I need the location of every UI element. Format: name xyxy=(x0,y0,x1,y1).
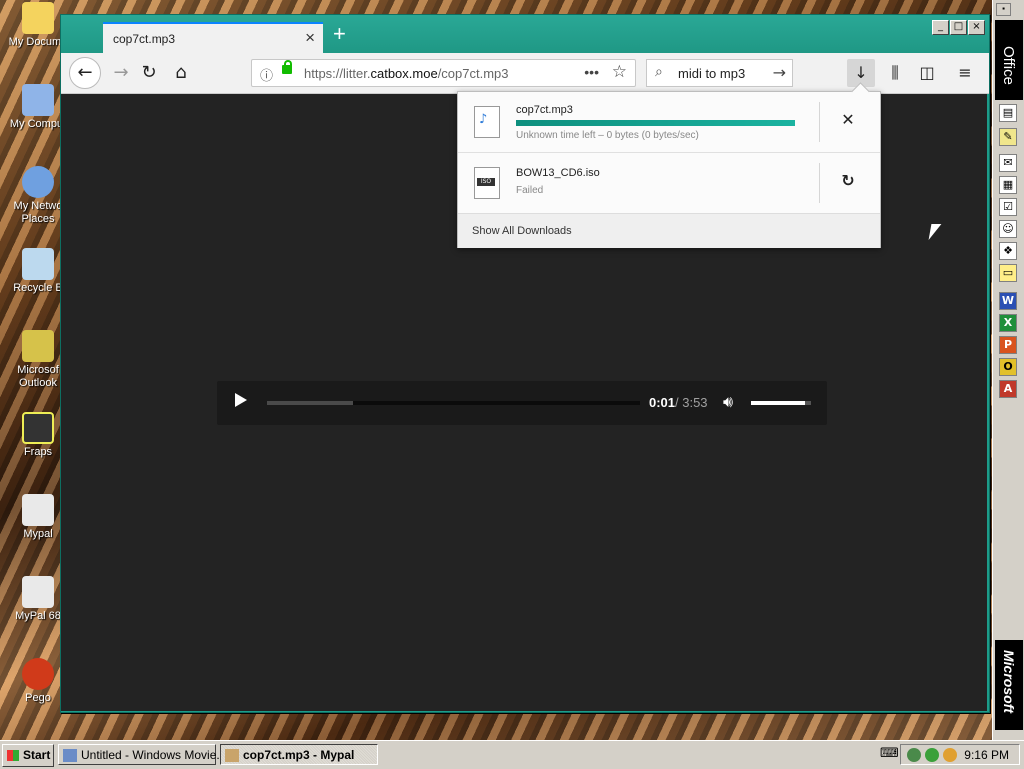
office-document-icon[interactable]: ▤ xyxy=(999,104,1017,122)
mail-icon[interactable]: ✉ xyxy=(999,154,1017,172)
computer-icon xyxy=(22,84,54,116)
office-note-icon[interactable]: ✎ xyxy=(999,128,1017,146)
minimize-button[interactable]: _ xyxy=(932,20,949,35)
search-bar[interactable]: ⌕ midi to mp3 → xyxy=(646,59,793,87)
download-status: Unknown time left – 0 bytes (0 bytes/sec… xyxy=(516,130,699,141)
downloads-panel: ♪ cop7ct.mp3 Unknown time left – 0 bytes… xyxy=(457,91,881,248)
tray-app-icon[interactable] xyxy=(907,748,921,762)
tray-search-icon[interactable] xyxy=(943,748,957,762)
powerpoint-icon[interactable]: P xyxy=(999,336,1017,354)
download-name: BOW13_CD6.iso xyxy=(516,167,600,179)
contact-icon[interactable]: ☺ xyxy=(999,220,1017,238)
recycle-bin-icon xyxy=(22,248,54,280)
search-icon: ⌕ xyxy=(655,64,663,80)
fraps-icon xyxy=(22,412,54,444)
seek-bar[interactable] xyxy=(267,401,640,405)
info-icon[interactable]: ⓘ xyxy=(260,65,273,84)
maximize-button[interactable]: □ xyxy=(950,20,967,35)
mypal-icon xyxy=(22,576,54,608)
retry-download-icon[interactable]: ↻ xyxy=(838,171,858,191)
office-title: Office xyxy=(995,20,1023,100)
audio-file-icon: ♪ xyxy=(474,106,500,138)
menu-button[interactable]: ≡ xyxy=(951,59,979,87)
tray-network-icon[interactable] xyxy=(925,748,939,762)
movie-maker-icon xyxy=(63,749,77,762)
volume-slider[interactable] xyxy=(751,401,811,405)
search-go-icon[interactable]: → xyxy=(773,63,786,82)
browser-window: cop7ct.mp3 × + _ □ × ← → ↻ ⌂ ⓘ https://l… xyxy=(60,14,990,713)
play-icon[interactable] xyxy=(235,393,247,407)
search-query: midi to mp3 xyxy=(678,66,746,81)
mypal-icon xyxy=(22,494,54,526)
forward-button[interactable]: → xyxy=(107,59,135,87)
windows-logo-icon xyxy=(7,750,19,761)
office-shortcut-bar: ▪ Office ▤ ✎ ✉ ▦ ☑ ☺ ❖ ▭ W X P O A Micro… xyxy=(992,0,1024,740)
system-tray: 9:16 PM xyxy=(900,744,1020,765)
tab-active[interactable]: cop7ct.mp3 × xyxy=(103,22,323,53)
start-button[interactable]: Start xyxy=(2,744,54,767)
outlook-icon xyxy=(22,330,54,362)
access-icon[interactable]: A xyxy=(999,380,1017,398)
reload-button[interactable]: ↻ xyxy=(135,59,163,87)
task-icon[interactable]: ☑ xyxy=(999,198,1017,216)
keyboard-icon[interactable]: ⌨ xyxy=(880,746,899,761)
download-item[interactable]: ♪ cop7ct.mp3 Unknown time left – 0 bytes… xyxy=(458,92,880,153)
sidebar-button[interactable]: ◫ xyxy=(913,59,941,87)
download-progress xyxy=(516,120,795,126)
close-window-button[interactable]: × xyxy=(968,20,985,35)
download-status: Failed xyxy=(516,185,544,196)
bookmark-star-icon[interactable]: ☆ xyxy=(612,62,627,82)
taskbar-item-movie-maker[interactable]: Untitled - Windows Movie... xyxy=(58,744,226,765)
officebar-menu-icon[interactable]: ▪ xyxy=(996,3,1011,16)
taskbar-item-mypal[interactable]: cop7ct.mp3 - Mypal xyxy=(220,744,378,765)
excel-icon[interactable]: X xyxy=(999,314,1017,332)
new-tab-button[interactable]: + xyxy=(333,21,346,47)
calendar-icon[interactable]: ▦ xyxy=(999,176,1017,194)
tab-title: cop7ct.mp3 xyxy=(113,32,176,46)
current-time: 0:01 xyxy=(649,395,676,410)
sticky-note-icon[interactable]: ▭ xyxy=(999,264,1017,282)
microsoft-logo: Microsoft xyxy=(995,640,1023,730)
url-text: https://litter.catbox.moe/cop7ct.mp3 xyxy=(304,66,509,81)
word-icon[interactable]: W xyxy=(999,292,1017,310)
cancel-download-icon[interactable]: ✕ xyxy=(838,110,858,130)
title-bar: cop7ct.mp3 × + _ □ × xyxy=(61,15,989,53)
folder-icon xyxy=(22,2,54,34)
journal-icon[interactable]: ❖ xyxy=(999,242,1017,260)
navigation-toolbar: ← → ↻ ⌂ ⓘ https://litter.catbox.moe/cop7… xyxy=(61,53,989,94)
back-button[interactable]: ← xyxy=(69,57,101,89)
outlook-icon[interactable]: O xyxy=(999,358,1017,376)
page-actions-icon[interactable]: ••• xyxy=(584,64,599,80)
total-time: / 3:53 xyxy=(675,395,708,410)
download-name: cop7ct.mp3 xyxy=(516,104,573,116)
buffered-bar xyxy=(267,401,353,405)
taskbar: Start Untitled - Windows Movie... cop7ct… xyxy=(0,740,1024,769)
home-button[interactable]: ⌂ xyxy=(167,59,195,87)
lock-icon xyxy=(282,60,292,74)
download-item[interactable]: ISO BOW13_CD6.iso Failed ↻ xyxy=(458,153,880,214)
url-bar[interactable]: ⓘ https://litter.catbox.moe/cop7ct.mp3 •… xyxy=(251,59,636,87)
volume-level xyxy=(751,401,805,405)
show-all-downloads-button[interactable]: Show All Downloads xyxy=(458,213,880,248)
library-button[interactable]: ⫼ xyxy=(881,59,909,87)
network-icon xyxy=(22,166,54,198)
mypal-icon xyxy=(225,749,239,762)
audio-player: 0:01 / 3:53 🔊︎ xyxy=(217,381,827,425)
disc-image-file-icon: ISO xyxy=(474,167,500,199)
volume-icon[interactable]: 🔊︎ xyxy=(723,392,733,412)
clock[interactable]: 9:16 PM xyxy=(964,748,1009,762)
tab-close-icon[interactable]: × xyxy=(305,28,315,48)
pego-icon xyxy=(22,658,54,690)
